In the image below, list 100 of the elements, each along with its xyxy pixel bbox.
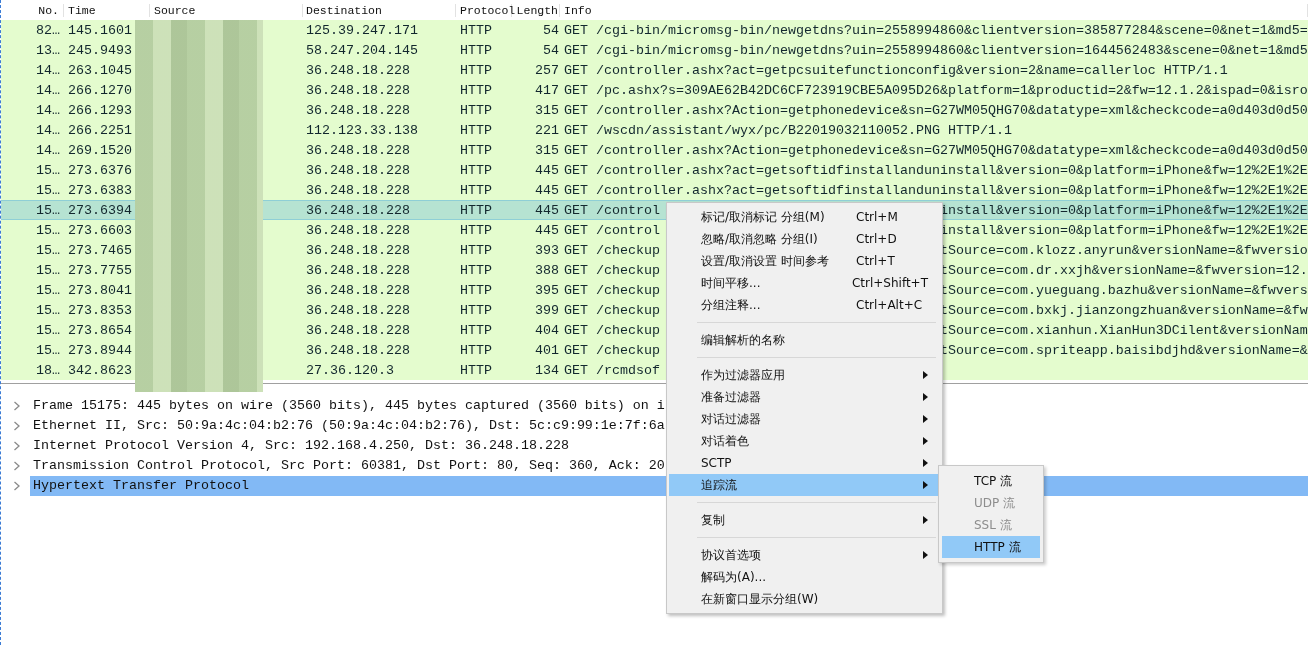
column-header[interactable]: Destination xyxy=(303,3,456,17)
table-cell-text: 257 xyxy=(534,62,560,78)
table-cell-text: 14… xyxy=(35,102,61,118)
detail-tree-item[interactable]: Ethernet II, Src: 50:9a:4c:04:b2:76 (50:9a:4c:04:b2:76), Dst: 5c:c9:99:1e:7f:6a xyxy=(30,416,665,436)
table-cell-text: 388 xyxy=(534,262,560,278)
menu-item[interactable]: HTTP 流 xyxy=(942,536,1040,558)
table-cell-text: 263.1045 xyxy=(67,62,133,78)
table-cell: tSource=com.bxkj.jianzongzhuan&versionName=&fw xyxy=(939,302,1308,318)
table-cell-text: 395 xyxy=(534,282,560,298)
table-cell-text: 112.123.33.138 xyxy=(305,122,419,138)
table-cell-text: 125.39.247.171 xyxy=(305,22,419,38)
table-cell-text: HTTP xyxy=(459,122,493,138)
table-cell-text: HTTP xyxy=(459,162,493,178)
detail-tree-item[interactable]: Frame 15175: 445 bytes on wire (3560 bits), 445 bytes captured (3560 bits) on i xyxy=(30,396,665,416)
table-cell: GET /checkup xyxy=(564,342,660,358)
table-cell-text: 58.247.204.145 xyxy=(305,42,419,58)
table-cell: GET /checkup xyxy=(564,242,660,258)
packet-row[interactable]: 13… 245.9493 58.247.204.145 HTTP 54 GET /cgi-bin/micromsg-bin/newgetdns?uin=2558994860&clientversion=1644562483&scene=0&net=1&md5 xyxy=(1,40,1308,60)
table-cell: GET /checkup xyxy=(564,302,660,318)
table-cell-text: 36.248.18.228 xyxy=(305,142,411,158)
table-cell-text: 15… xyxy=(35,222,61,238)
table-cell-text: 82… xyxy=(35,22,61,38)
table-cell-text: 36.248.18.228 xyxy=(305,62,411,78)
detail-tree-item[interactable]: Transmission Control Protocol, Src Port: 60381, Dst Port: 80, Seq: 360, Ack: 20 xyxy=(30,456,665,476)
table-cell-text: 14… xyxy=(35,142,61,158)
menu-item[interactable]: 对话过滤器 xyxy=(669,408,940,430)
table-cell-text: 36.248.18.228 xyxy=(305,202,411,218)
table-cell-text: 221 xyxy=(534,122,560,138)
column-header[interactable]: Time xyxy=(64,3,150,17)
table-cell-text: 266.1270 xyxy=(67,82,133,98)
table-cell-text: 445 xyxy=(534,182,560,198)
table-cell-text: 54 xyxy=(542,42,560,58)
table-cell-text: HTTP xyxy=(459,202,493,218)
table-cell-text: HTTP xyxy=(459,342,493,358)
table-cell-text: 15… xyxy=(35,242,61,258)
packet-row[interactable]: 14… 269.1520 36.248.18.228 HTTP 315 GET /controller.ashx?Action=getphonedevice&sn=G27WM05QHG70&datatype=xml&checkcode=a0d403d0d50 xyxy=(1,140,1308,160)
detail-tree-item[interactable]: Internet Protocol Version 4, Src: 192.168.4.250, Dst: 36.248.18.228 xyxy=(30,436,569,456)
table-cell-text: 273.8654 xyxy=(67,322,133,338)
table-cell-text: 15… xyxy=(35,342,61,358)
column-header[interactable]: Source xyxy=(150,3,303,17)
table-cell-text: 36.248.18.228 xyxy=(305,282,411,298)
table-cell: GET /control xyxy=(564,202,660,218)
table-cell: GET /cgi-bin/micromsg-bin/newgetdns?uin=2558994860&clientversion=1644562483&scene=0&net=1&md5 xyxy=(564,42,1308,58)
table-cell-text: 15… xyxy=(35,202,61,218)
menu-item[interactable]: 解码为(A)... xyxy=(669,566,940,588)
menu-item[interactable]: 准备过滤器 xyxy=(669,386,940,408)
table-cell: GET /controller.ashx?act=getpcsuitefunctionconfig&version=2&name=callerloc HTTP/1.1 xyxy=(564,62,1228,78)
table-cell: GET /pc.ashx?s=309AE62B42DC6CF723919CBE5A095D26&platform=1&productid=2&fw=12.1.2&ispad=0&isro xyxy=(564,82,1308,98)
table-cell-text: 273.8041 xyxy=(67,282,133,298)
table-cell-text: HTTP xyxy=(459,62,493,78)
table-cell-text: HTTP xyxy=(459,102,493,118)
table-cell-text: 401 xyxy=(534,342,560,358)
table-cell-text: 445 xyxy=(534,162,560,178)
table-cell-text: 266.2251 xyxy=(67,122,133,138)
table-cell-text: 145.1601 xyxy=(67,22,133,38)
table-cell-text: 14… xyxy=(35,122,61,138)
table-cell: tSource=com.klozz.anyrun&versionName=&fwversio xyxy=(939,242,1308,258)
table-cell-text: 404 xyxy=(534,322,560,338)
table-cell-text: 36.248.18.228 xyxy=(305,242,411,258)
table-cell-text: 36.248.18.228 xyxy=(305,322,411,338)
menu-item[interactable]: SCTP xyxy=(669,452,940,474)
table-cell-text: 15… xyxy=(35,162,61,178)
packet-row[interactable]: 15… 273.6383 36.248.18.228 HTTP 445 GET /controller.ashx?act=getsoftidfinstallanduninstall&version=0&platform=iPhone&fw=12%2E1%2E xyxy=(1,180,1308,200)
table-cell-text: HTTP xyxy=(459,242,493,258)
table-cell-text: HTTP xyxy=(459,222,493,238)
table-cell: GET /checkup xyxy=(564,262,660,278)
packet-row[interactable]: 14… 266.1270 36.248.18.228 HTTP 417 GET /pc.ashx?s=309AE62B42DC6CF723919CBE5A095D26&platform=1&productid=2&fw=12.1.2&ispad=0&isro xyxy=(1,80,1308,100)
table-cell-text: 393 xyxy=(534,242,560,258)
table-cell: tSource=com.dr.xxjh&versionName=&fwversion=12. xyxy=(939,262,1308,278)
table-cell-text: 315 xyxy=(534,142,560,158)
table-cell-text: 36.248.18.228 xyxy=(305,182,411,198)
table-cell-text: HTTP xyxy=(459,322,493,338)
menu-item[interactable]: 在新窗口显示分组(W) xyxy=(669,588,940,610)
table-cell: GET /checkup xyxy=(564,322,660,338)
table-cell-text: 273.7465 xyxy=(67,242,133,258)
table-cell-text: 445 xyxy=(534,202,560,218)
table-cell-text: HTTP xyxy=(459,182,493,198)
table-cell-text: 134 xyxy=(534,362,560,378)
column-header[interactable]: Info xyxy=(560,3,1308,17)
table-cell-text: 273.6603 xyxy=(67,222,133,238)
packet-row[interactable]: 14… 266.1293 36.248.18.228 HTTP 315 GET /controller.ashx?Action=getphonedevice&sn=G27WM05QHG70&datatype=xml&checkcode=a0d403d0d50 xyxy=(1,100,1308,120)
packet-row[interactable]: 82… 145.1601 125.39.247.171 HTTP 54 GET /cgi-bin/micromsg-bin/newgetdns?uin=2558994860&clientversion=385877284&scene=0&net=1&md5= xyxy=(1,20,1308,40)
menu-item[interactable]: 协议首选项 xyxy=(669,544,940,566)
table-cell-text: 273.8353 xyxy=(67,302,133,318)
menu-item[interactable]: 复制 xyxy=(669,509,940,531)
table-cell-text: HTTP xyxy=(459,142,493,158)
table-cell-text: 269.1520 xyxy=(67,142,133,158)
table-cell: GET /wscdn/assistant/wyx/pc/B22019032110052.PNG HTTP/1.1 xyxy=(564,122,1012,138)
table-cell-text: 15… xyxy=(35,302,61,318)
table-cell-text: HTTP xyxy=(459,302,493,318)
packet-row[interactable]: 14… 266.2251 112.123.33.138 HTTP 221 GET /wscdn/assistant/wyx/pc/B22019032110052.PNG HTTP/1.1 xyxy=(1,120,1308,140)
table-cell: GET /checkup xyxy=(564,282,660,298)
table-cell-text: 15… xyxy=(35,262,61,278)
packet-row[interactable]: 15… 273.6376 36.248.18.228 HTTP 445 GET /controller.ashx?act=getsoftidfinstallanduninstall&version=0&platform=iPhone&fw=12%2E1%2E xyxy=(1,160,1308,180)
menu-item[interactable]: 对话着色 xyxy=(669,430,940,452)
table-cell: GET /control xyxy=(564,222,660,238)
column-header[interactable]: No. xyxy=(1,3,64,17)
packet-row[interactable]: 14… 263.1045 36.248.18.228 HTTP 257 GET /controller.ashx?act=getpcsuitefunctionconfig&version=2&name=callerloc HTTP/1.1 xyxy=(1,60,1308,80)
menu-item[interactable]: 追踪流 xyxy=(669,474,940,496)
table-cell-text: 273.6394 xyxy=(67,202,133,218)
